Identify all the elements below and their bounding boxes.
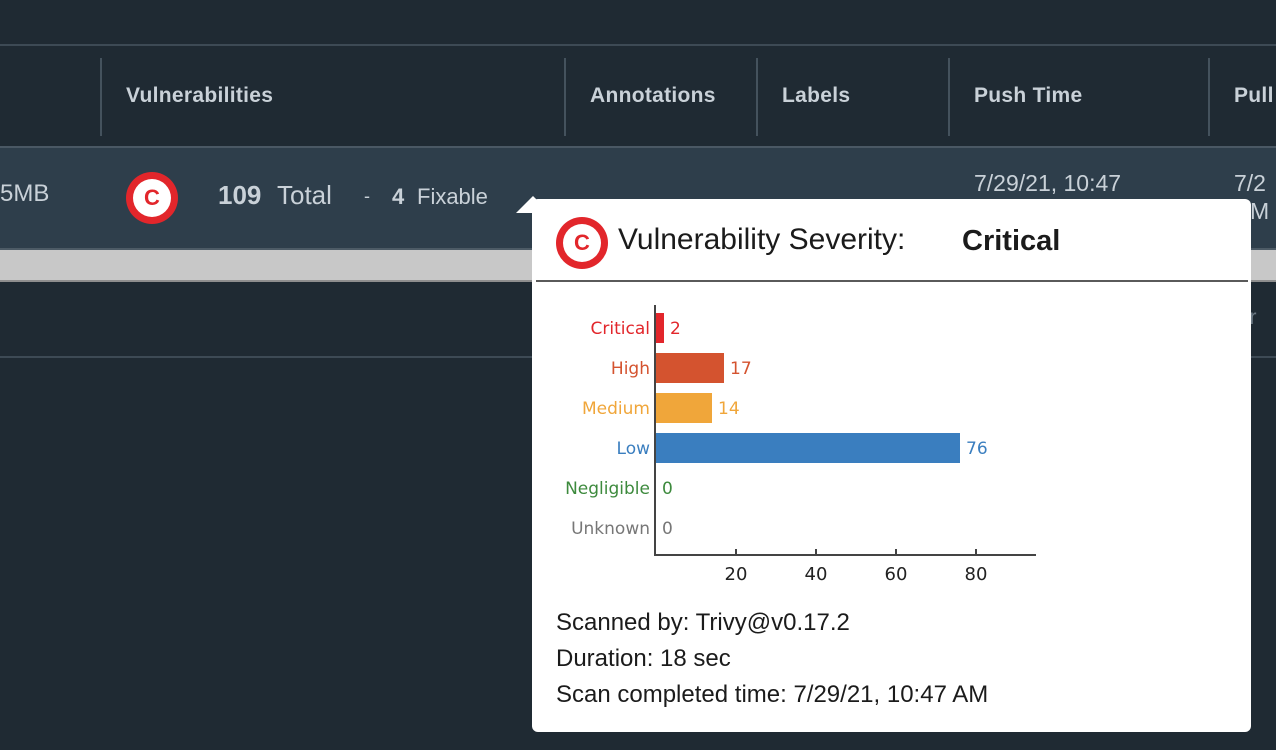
header-pull-time[interactable]: Pull (1234, 46, 1274, 146)
chart-bar (656, 393, 712, 423)
chart-data-label: 17 (730, 359, 752, 379)
chart-category-label: Low (617, 439, 651, 459)
chart-tick-label: 40 (805, 564, 828, 585)
chart-tick-label: 80 (965, 564, 988, 585)
chart-data-label: 76 (966, 439, 988, 459)
chart-tick-label: 20 (725, 564, 748, 585)
chart-data-label: 2 (670, 319, 681, 339)
chart-data-label: 0 (662, 519, 673, 539)
scan-completed-time: Scan completed time: 7/29/21, 10:47 AM (556, 681, 989, 708)
chart-bar (656, 353, 724, 383)
chart-category-label: Negligible (565, 479, 650, 499)
chart-data-label: 0 (662, 479, 673, 499)
critical-severity-icon: C (556, 217, 608, 269)
pull-time-value-line2: M (1250, 198, 1270, 224)
vulnerability-total-label: Total (277, 180, 332, 210)
pull-time-value: 7/2 (1234, 170, 1266, 196)
tooltip-severity-value: Critical (962, 225, 1061, 257)
chart-category-label: Critical (591, 319, 650, 339)
chart-category-label: Medium (582, 399, 650, 419)
separator: - (364, 186, 370, 206)
severity-bar-chart: Critical 2 High 17 Medium 14 Low 76 Negligible 0U… (565, 305, 1036, 585)
critical-severity-icon[interactable]: C (126, 172, 178, 224)
scan-duration: Duration: 18 sec (556, 645, 731, 672)
tooltip-title: Vulnerability Severity: (618, 223, 906, 256)
tooltip-divider (536, 280, 1248, 282)
column-divider[interactable] (100, 58, 102, 136)
size-value: 5MB (0, 180, 50, 207)
chart-bar (656, 313, 664, 343)
fixable-label: Fixable (417, 184, 488, 209)
header-annotations[interactable]: Annotations (590, 46, 716, 146)
chart-category-label: Unknown (571, 519, 650, 539)
push-time-value: 7/29/21, 10:47 (974, 170, 1122, 196)
chart-data-label: 14 (718, 399, 740, 419)
chart-bar (656, 433, 960, 463)
scanned-by: Scanned by: Trivy@v0.17.2 (556, 609, 850, 636)
chart-tick-label: 60 (885, 564, 908, 585)
column-divider[interactable] (756, 58, 758, 136)
chart-category-label: High (611, 359, 650, 379)
screen: Vulnerabilities Annotations Labels Push … (0, 0, 1276, 750)
header-push-time[interactable]: Push Time (974, 46, 1083, 146)
header-vulnerabilities[interactable]: Vulnerabilities (126, 46, 273, 146)
vulnerability-severity-tooltip: C Vulnerability Severity: Critical Criti… (532, 199, 1251, 732)
column-divider[interactable] (948, 58, 950, 136)
column-divider[interactable] (1208, 58, 1210, 136)
vulnerability-total-count: 109 (218, 180, 262, 210)
fixable-count: 4 (392, 184, 405, 209)
header-labels[interactable]: Labels (782, 46, 850, 146)
table-header: Vulnerabilities Annotations Labels Push … (0, 46, 1276, 146)
column-divider[interactable] (564, 58, 566, 136)
